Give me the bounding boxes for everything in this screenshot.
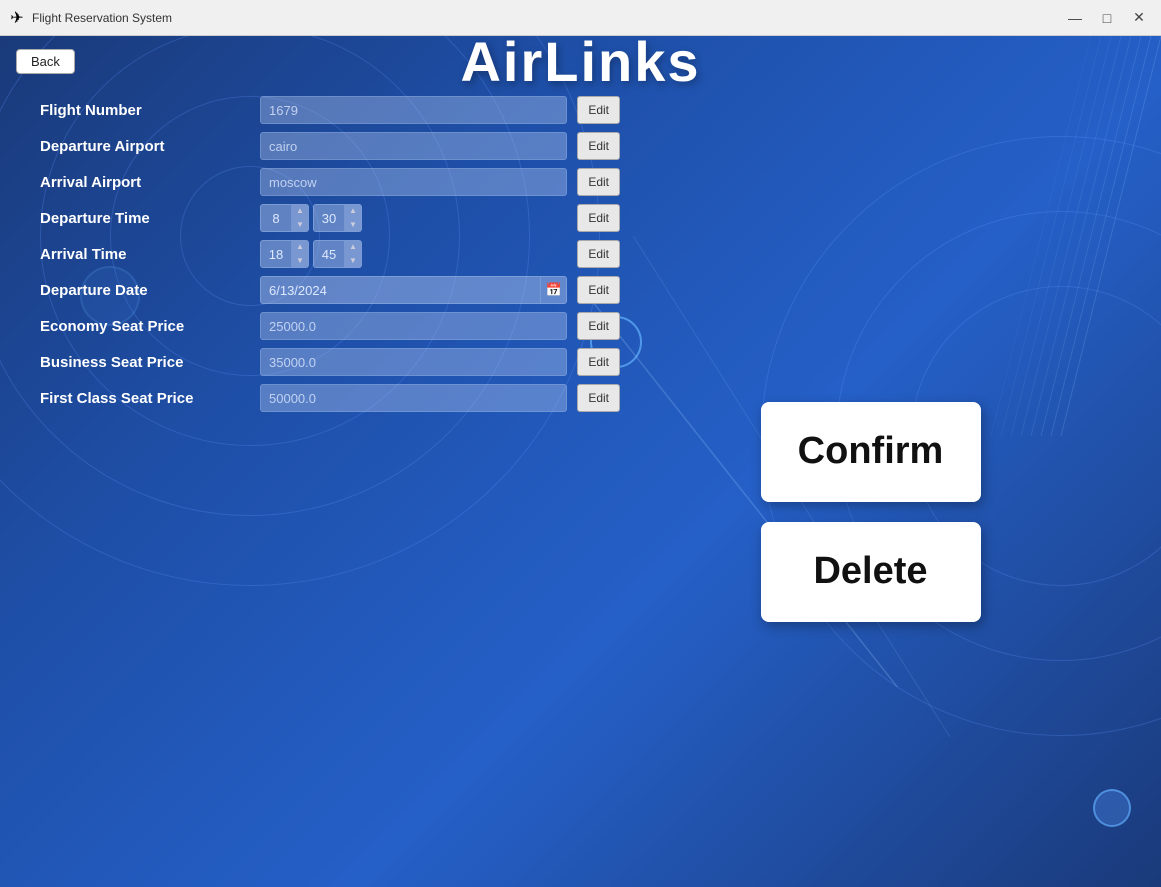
label-departure-airport: Departure Airport <box>40 138 250 155</box>
confirm-button[interactable]: Confirm <box>761 402 981 502</box>
form-row-first-class-seat-price: First Class Seat Price Edit <box>40 384 620 412</box>
input-first-class-seat-price[interactable] <box>260 384 567 412</box>
date-wrap-departure-date: 6/13/2024📅 <box>260 276 567 304</box>
minute-spinner-arrival-time: 45 ▲ ▼ <box>313 240 362 268</box>
hour-down-departure-time[interactable]: ▼ <box>292 218 308 232</box>
calendar-icon-departure-date[interactable]: 📅 <box>540 277 566 303</box>
edit-button-flight-number[interactable]: Edit <box>577 96 620 124</box>
form-row-departure-airport: Departure Airport Edit <box>40 132 620 160</box>
label-departure-time: Departure Time <box>40 210 250 227</box>
close-button[interactable]: ✕ <box>1125 7 1153 29</box>
label-economy-seat-price: Economy Seat Price <box>40 318 250 335</box>
input-departure-airport[interactable] <box>260 132 567 160</box>
main-window: Back AirLinks Flight NumberEditDeparture… <box>0 36 1161 887</box>
minute-down-arrival-time[interactable]: ▼ <box>345 254 361 268</box>
minute-up-departure-time[interactable]: ▲ <box>345 204 361 218</box>
hour-value-departure-time: 8 <box>261 211 291 226</box>
label-arrival-airport: Arrival Airport <box>40 174 250 191</box>
minute-value-departure-time: 30 <box>314 211 344 226</box>
window-title: Flight Reservation System <box>32 11 1061 25</box>
input-economy-seat-price[interactable] <box>260 312 567 340</box>
top-bar: Back AirLinks <box>0 36 1161 86</box>
edit-button-business-seat-price[interactable]: Edit <box>577 348 620 376</box>
form-row-departure-time: Departure Time 8 ▲ ▼ 30 ▲ ▼ Edit <box>40 204 620 232</box>
title-bar: ✈ Flight Reservation System — □ ✕ <box>0 0 1161 36</box>
back-button[interactable]: Back <box>16 49 75 74</box>
minute-spinner-departure-time: 30 ▲ ▼ <box>313 204 362 232</box>
form-row-arrival-time: Arrival Time 18 ▲ ▼ 45 ▲ ▼ Edit <box>40 240 620 268</box>
window-controls: — □ ✕ <box>1061 7 1153 29</box>
hour-up-departure-time[interactable]: ▲ <box>292 204 308 218</box>
hour-up-arrival-time[interactable]: ▲ <box>292 240 308 254</box>
form-row-economy-seat-price: Economy Seat Price Edit <box>40 312 620 340</box>
label-business-seat-price: Business Seat Price <box>40 354 250 371</box>
time-group-arrival-time: 18 ▲ ▼ 45 ▲ ▼ <box>260 240 567 268</box>
edit-button-departure-time[interactable]: Edit <box>577 204 620 232</box>
label-arrival-time: Arrival Time <box>40 246 250 263</box>
date-value-departure-date: 6/13/2024 <box>261 283 540 298</box>
edit-button-arrival-time[interactable]: Edit <box>577 240 620 268</box>
maximize-button[interactable]: □ <box>1093 7 1121 29</box>
hour-spinner-arrival-time: 18 ▲ ▼ <box>260 240 309 268</box>
minute-up-arrival-time[interactable]: ▲ <box>345 240 361 254</box>
content-area: Flight NumberEditDeparture AirportEditAr… <box>0 86 1161 887</box>
input-flight-number[interactable] <box>260 96 567 124</box>
label-departure-date: Departure Date <box>40 282 250 299</box>
edit-button-departure-airport[interactable]: Edit <box>577 132 620 160</box>
form-row-flight-number: Flight Number Edit <box>40 96 620 124</box>
input-arrival-airport[interactable] <box>260 168 567 196</box>
form-row-arrival-airport: Arrival Airport Edit <box>40 168 620 196</box>
action-section: Confirm Delete <box>620 96 1121 867</box>
minute-value-arrival-time: 45 <box>314 247 344 262</box>
edit-button-economy-seat-price[interactable]: Edit <box>577 312 620 340</box>
form-row-business-seat-price: Business Seat Price Edit <box>40 348 620 376</box>
input-business-seat-price[interactable] <box>260 348 567 376</box>
app-icon: ✈ <box>8 9 26 27</box>
edit-button-departure-date[interactable]: Edit <box>577 276 620 304</box>
hour-down-arrival-time[interactable]: ▼ <box>292 254 308 268</box>
edit-button-arrival-airport[interactable]: Edit <box>577 168 620 196</box>
body-area: Back AirLinks Flight NumberEditDeparture… <box>0 36 1161 887</box>
time-group-departure-time: 8 ▲ ▼ 30 ▲ ▼ <box>260 204 567 232</box>
edit-button-first-class-seat-price[interactable]: Edit <box>577 384 620 412</box>
label-first-class-seat-price: First Class Seat Price <box>40 390 250 407</box>
form-section: Flight NumberEditDeparture AirportEditAr… <box>40 96 620 867</box>
delete-button[interactable]: Delete <box>761 522 981 622</box>
minute-down-departure-time[interactable]: ▼ <box>345 218 361 232</box>
minimize-button[interactable]: — <box>1061 7 1089 29</box>
hour-spinner-departure-time: 8 ▲ ▼ <box>260 204 309 232</box>
app-title: AirLinks <box>460 36 700 94</box>
hour-value-arrival-time: 18 <box>261 247 291 262</box>
label-flight-number: Flight Number <box>40 102 250 119</box>
form-row-departure-date: Departure Date 6/13/2024📅 Edit <box>40 276 620 304</box>
